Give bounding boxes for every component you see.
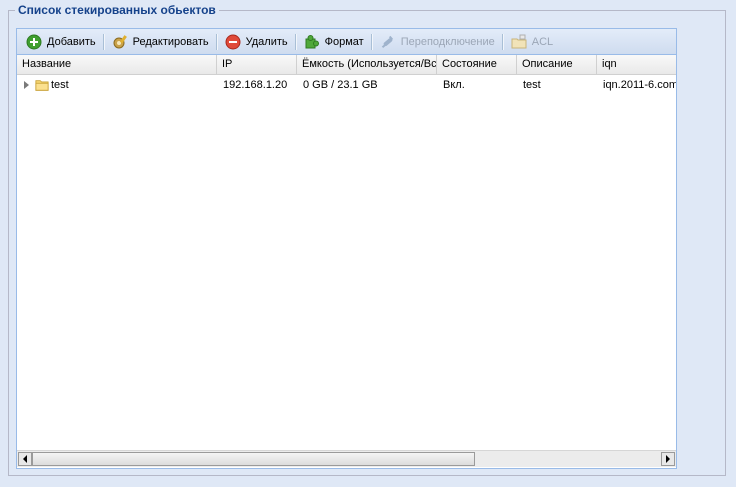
delete-button[interactable]: Удалить <box>222 31 291 53</box>
toolbar-separator <box>215 33 218 50</box>
folder-icon <box>35 80 49 91</box>
column-header-capacity[interactable]: Ёмкость (Используется/Всего) <box>297 55 437 74</box>
column-header-iqn[interactable]: iqn <box>597 55 676 74</box>
acl-button-label: ACL <box>531 35 554 48</box>
minus-circle-icon <box>225 34 241 49</box>
page: Список стекированных обьектов Добавить Р <box>0 0 736 487</box>
reconnect-button-label: Переподключение <box>400 35 495 48</box>
edit-button-label: Редактировать <box>132 35 209 48</box>
row-capacity: 0 GB / 23.1 GB <box>303 79 378 91</box>
toolbar-separator <box>102 33 105 50</box>
toolbar: Добавить Редактировать Удалить Формат Пе… <box>17 29 676 55</box>
grid-header: Название IP Ёмкость (Используется/Всего)… <box>17 55 676 75</box>
acl-button[interactable]: ACL <box>508 31 556 53</box>
add-button[interactable]: Добавить <box>23 31 99 53</box>
folder-lock-icon <box>511 34 527 48</box>
plug-icon <box>381 35 393 48</box>
triangle-right-icon[interactable] <box>24 81 29 89</box>
edit-button[interactable]: Редактировать <box>109 31 212 53</box>
reconnect-button[interactable]: Переподключение <box>377 31 498 53</box>
stacked-objects-panel: Добавить Редактировать Удалить Формат Пе… <box>16 28 677 469</box>
column-header-name[interactable]: Название <box>17 55 217 74</box>
column-header-description[interactable]: Описание <box>517 55 597 74</box>
column-header-status[interactable]: Состояние <box>437 55 517 74</box>
row-name: test <box>51 79 69 91</box>
horizontal-scrollbar[interactable] <box>17 450 676 467</box>
gear-pencil-icon <box>113 34 127 48</box>
toolbar-separator <box>370 33 373 50</box>
row-iqn: iqn.2011-6.com <box>603 79 676 91</box>
scroll-left-button[interactable] <box>18 452 32 466</box>
row-status: Вкл. <box>443 79 465 91</box>
arrow-left-icon <box>23 455 27 463</box>
table-row[interactable]: test 192.168.1.20 0 GB / 23.1 GB Вкл. te… <box>17 75 676 95</box>
scrollbar-thumb[interactable] <box>32 452 475 466</box>
row-description: test <box>523 79 541 91</box>
toolbar-separator <box>294 33 297 50</box>
delete-button-label: Удалить <box>245 35 288 48</box>
format-button-label: Формат <box>324 35 364 48</box>
add-button-label: Добавить <box>47 35 96 48</box>
row-ip: 192.168.1.20 <box>223 79 288 91</box>
grid-body: test 192.168.1.20 0 GB / 23.1 GB Вкл. te… <box>17 75 676 449</box>
puzzle-icon <box>305 34 319 48</box>
toolbar-separator <box>501 33 504 50</box>
row-name-cell: test <box>17 75 217 95</box>
section-title: Список стекированных обьектов <box>15 2 219 18</box>
scroll-right-button[interactable] <box>661 452 675 466</box>
format-button[interactable]: Формат <box>301 31 367 53</box>
add-circle-icon <box>26 34 42 49</box>
column-header-ip[interactable]: IP <box>217 55 297 74</box>
arrow-right-icon <box>666 455 670 463</box>
